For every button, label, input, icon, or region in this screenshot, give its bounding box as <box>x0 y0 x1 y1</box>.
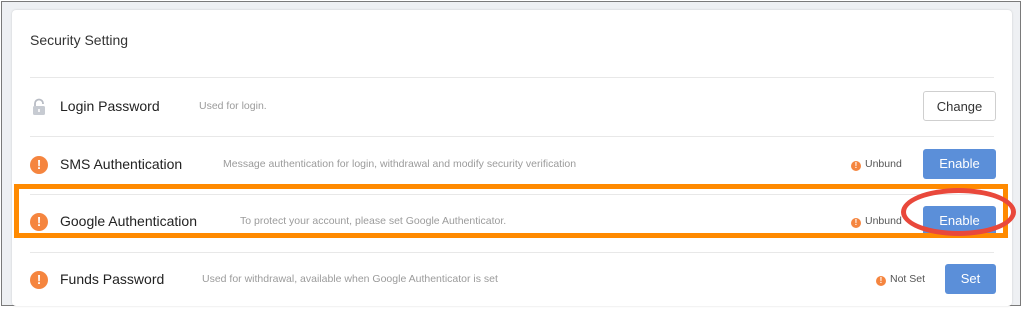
row-name: Login Password <box>60 98 160 114</box>
status-badge: ! Not Set <box>876 273 925 286</box>
set-funds-password-button[interactable]: Set <box>945 264 996 294</box>
screenshot-frame: Security Setting Login Password Used for… <box>1 1 1021 306</box>
row-description: Used for login. <box>199 100 267 112</box>
row-sms-authentication: ! SMS Authentication Message authenticat… <box>12 136 1012 194</box>
row-login-password: Login Password Used for login. Change <box>12 78 1012 136</box>
enable-google-auth-button[interactable]: Enable <box>923 206 996 236</box>
status-text: Not Set <box>890 273 926 285</box>
row-description: To protect your account, please set Goog… <box>240 215 507 227</box>
row-google-authentication: ! Google Authentication To protect your … <box>12 193 1012 251</box>
enable-sms-button[interactable]: Enable <box>923 149 996 179</box>
warning-icon: ! <box>851 218 861 228</box>
status-badge: ! Unbund <box>851 215 902 228</box>
status-text: Unbund <box>865 215 902 227</box>
warning-icon: ! <box>851 161 861 171</box>
lock-icon <box>30 98 48 116</box>
warning-icon: ! <box>30 213 48 231</box>
warning-icon: ! <box>30 271 48 289</box>
warning-icon: ! <box>876 276 886 286</box>
change-password-button[interactable]: Change <box>923 91 996 121</box>
warning-icon: ! <box>30 156 48 174</box>
row-name: Funds Password <box>60 271 165 287</box>
row-funds-password: ! Funds Password Used for withdrawal, av… <box>12 251 1012 309</box>
row-name: SMS Authentication <box>60 156 183 172</box>
row-description: Used for withdrawal, available when Goog… <box>202 273 498 285</box>
status-badge: ! Unbund <box>851 158 902 171</box>
row-name: Google Authentication <box>60 213 197 229</box>
row-description: Message authentication for login, withdr… <box>223 158 577 170</box>
security-setting-card: Security Setting Login Password Used for… <box>12 10 1012 306</box>
status-text: Unbund <box>865 158 902 170</box>
card-title: Security Setting <box>30 32 129 48</box>
